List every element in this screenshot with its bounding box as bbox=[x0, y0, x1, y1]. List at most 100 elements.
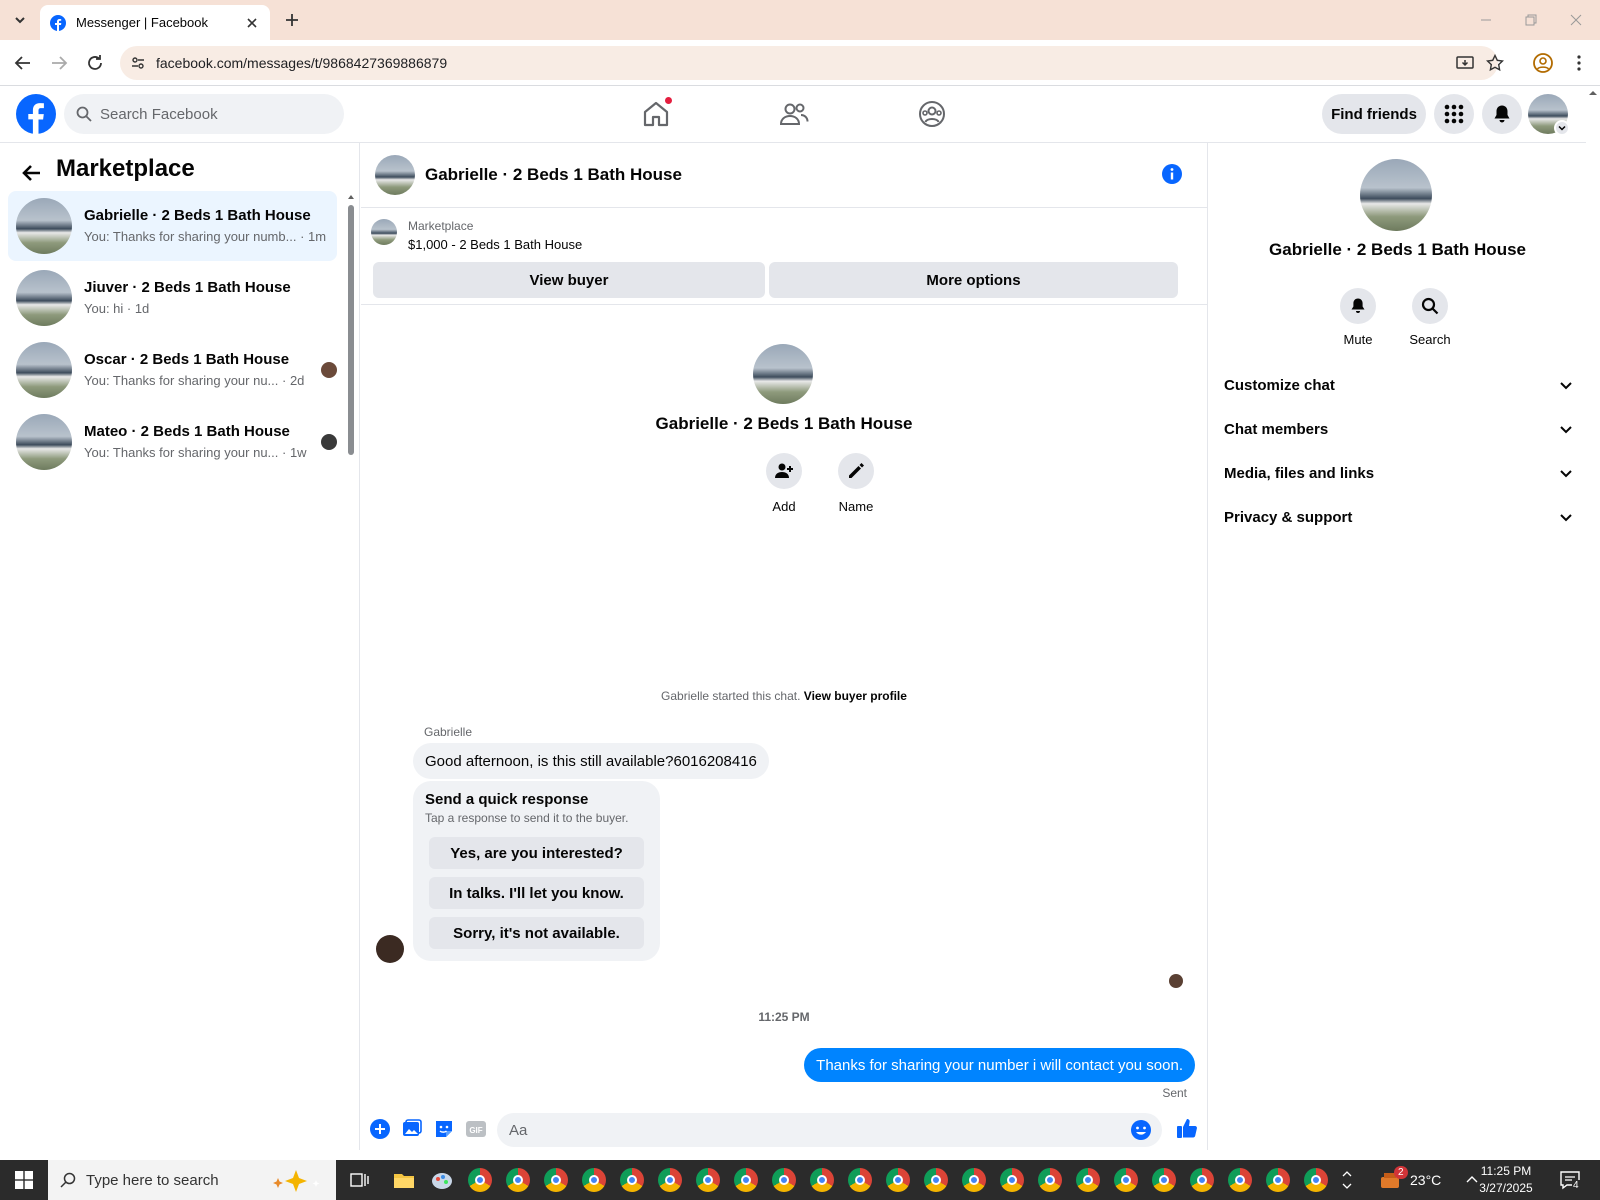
site-settings-icon[interactable] bbox=[130, 55, 146, 71]
chevron-down-icon bbox=[1560, 514, 1572, 522]
chrome-app-icon[interactable] bbox=[810, 1168, 834, 1192]
chrome-app-icon[interactable] bbox=[1152, 1168, 1176, 1192]
plus-actions-icon[interactable] bbox=[369, 1118, 391, 1140]
listing-title[interactable]: $1,000 - 2 Beds 1 Bath House bbox=[408, 237, 582, 252]
chrome-app-icon[interactable] bbox=[582, 1168, 606, 1192]
sender-avatar[interactable] bbox=[376, 935, 404, 963]
quick-reply-button[interactable]: In talks. I'll let you know. bbox=[429, 877, 644, 909]
conversation-avatar bbox=[16, 342, 72, 398]
customize-chat-section[interactable]: Customize chat bbox=[1224, 365, 1574, 405]
chrome-app-icon[interactable] bbox=[1076, 1168, 1100, 1192]
find-friends-button[interactable]: Find friends bbox=[1322, 94, 1426, 134]
chrome-app-icon[interactable] bbox=[1114, 1168, 1138, 1192]
more-options-button[interactable]: More options bbox=[769, 262, 1178, 298]
windows-start-icon[interactable] bbox=[0, 1160, 48, 1200]
bell-icon bbox=[1340, 288, 1376, 324]
notifications-bell-icon[interactable] bbox=[1482, 94, 1522, 134]
url-bar[interactable]: facebook.com/messages/t/9868427369886879 bbox=[120, 46, 1504, 80]
install-app-icon[interactable] bbox=[1456, 54, 1474, 72]
view-buyer-button[interactable]: View buyer bbox=[373, 262, 765, 298]
back-icon[interactable] bbox=[12, 52, 34, 74]
facebook-search-input[interactable]: Search Facebook bbox=[64, 94, 344, 134]
conversation-item[interactable]: Mateo · 2 Beds 1 Bath House You: Thanks … bbox=[8, 407, 337, 477]
new-tab-icon[interactable] bbox=[282, 10, 302, 30]
chat-avatar[interactable] bbox=[375, 155, 415, 195]
chrome-app-icon[interactable] bbox=[886, 1168, 910, 1192]
menu-grid-icon[interactable] bbox=[1434, 94, 1474, 134]
details-avatar[interactable] bbox=[1360, 159, 1432, 231]
taskbar-search-input[interactable]: Type here to search bbox=[48, 1160, 336, 1200]
listing-thumbnail[interactable] bbox=[371, 219, 397, 245]
info-icon[interactable] bbox=[1161, 163, 1183, 185]
close-window-icon[interactable] bbox=[1566, 10, 1586, 30]
minimize-icon[interactable] bbox=[1476, 10, 1496, 30]
chrome-app-icon[interactable] bbox=[1266, 1168, 1290, 1192]
profile-icon[interactable] bbox=[1532, 52, 1554, 74]
notification-center-icon[interactable]: 4 bbox=[1558, 1168, 1582, 1192]
gif-icon[interactable]: GIF bbox=[465, 1118, 487, 1140]
windows-taskbar: Type here to search 2 23°C 11:25 PM 3/27… bbox=[0, 1160, 1600, 1200]
forward-icon[interactable] bbox=[48, 52, 70, 74]
sidebar-scrollbar[interactable] bbox=[348, 193, 354, 463]
browser-tab[interactable]: Messenger | Facebook bbox=[40, 5, 270, 40]
close-tab-icon[interactable] bbox=[244, 15, 260, 31]
privacy-support-section[interactable]: Privacy & support bbox=[1224, 497, 1574, 537]
conversation-item[interactable]: Oscar · 2 Beds 1 Bath House You: Thanks … bbox=[8, 335, 337, 405]
chrome-app-icon[interactable] bbox=[848, 1168, 872, 1192]
conversation-item[interactable]: Gabrielle · 2 Beds 1 Bath House You: Tha… bbox=[8, 191, 337, 261]
chrome-app-icon[interactable] bbox=[924, 1168, 948, 1192]
weather-widget[interactable]: 2 23°C bbox=[1378, 1160, 1441, 1200]
back-arrow-icon[interactable] bbox=[20, 161, 44, 185]
facebook-logo-icon[interactable] bbox=[16, 94, 56, 134]
friends-icon[interactable] bbox=[778, 98, 810, 130]
sidebar-scroll-thumb[interactable] bbox=[348, 205, 354, 455]
browser-menu-icon[interactable] bbox=[1568, 52, 1590, 74]
weather-alert-badge: 2 bbox=[1394, 1166, 1408, 1179]
chrome-app-icon[interactable] bbox=[696, 1168, 720, 1192]
chat-members-section[interactable]: Chat members bbox=[1224, 409, 1574, 449]
chrome-app-icon[interactable] bbox=[772, 1168, 796, 1192]
page-scrollbar[interactable] bbox=[1586, 86, 1600, 1150]
chrome-app-icon[interactable] bbox=[658, 1168, 682, 1192]
sticker-icon[interactable] bbox=[433, 1118, 455, 1140]
account-chevron-icon[interactable] bbox=[1554, 120, 1570, 136]
thumbs-up-icon[interactable] bbox=[1175, 1116, 1197, 1138]
chrome-app-icon[interactable] bbox=[1304, 1168, 1328, 1192]
incoming-message[interactable]: Good afternoon, is this still available?… bbox=[413, 743, 769, 779]
conversation-item[interactable]: Jiuver · 2 Beds 1 Bath House You: hi · 1… bbox=[8, 263, 337, 333]
chrome-app-icon[interactable] bbox=[1038, 1168, 1062, 1192]
view-buyer-profile-link[interactable]: View buyer profile bbox=[804, 689, 907, 703]
file-explorer-icon[interactable] bbox=[392, 1168, 416, 1192]
bookmark-star-icon[interactable] bbox=[1486, 54, 1504, 72]
tab-search-menu-icon[interactable] bbox=[8, 8, 32, 32]
taskbar-clock[interactable]: 11:25 PM 3/27/2025 bbox=[1470, 1163, 1542, 1197]
chrome-app-icon[interactable] bbox=[1000, 1168, 1024, 1192]
mute-button[interactable]: Mute bbox=[1328, 288, 1388, 347]
media-files-links-section[interactable]: Media, files and links bbox=[1224, 453, 1574, 493]
search-in-chat-button[interactable]: Search bbox=[1400, 288, 1460, 347]
quick-reply-button[interactable]: Yes, are you interested? bbox=[429, 837, 644, 869]
chrome-app-icon[interactable] bbox=[620, 1168, 644, 1192]
restore-icon[interactable] bbox=[1521, 10, 1541, 30]
emoji-icon[interactable] bbox=[1130, 1119, 1152, 1141]
chrome-app-icon[interactable] bbox=[544, 1168, 568, 1192]
name-chat-button[interactable]: Name bbox=[836, 453, 876, 514]
message-input[interactable]: Aa bbox=[497, 1113, 1162, 1147]
add-people-button[interactable]: Add bbox=[764, 453, 804, 514]
quick-reply-button[interactable]: Sorry, it's not available. bbox=[429, 917, 644, 949]
paint-app-icon[interactable] bbox=[430, 1168, 454, 1192]
chrome-app-icon[interactable] bbox=[506, 1168, 530, 1192]
clock-date: 3/27/2025 bbox=[1479, 1181, 1533, 1195]
chrome-app-icon[interactable] bbox=[734, 1168, 758, 1192]
chrome-app-icon[interactable] bbox=[1190, 1168, 1214, 1192]
groups-icon[interactable] bbox=[916, 98, 948, 130]
chat-title[interactable]: Gabrielle · 2 Beds 1 Bath House bbox=[425, 165, 682, 185]
chrome-app-icon[interactable] bbox=[468, 1168, 492, 1192]
photo-icon[interactable] bbox=[401, 1118, 423, 1140]
chrome-app-icon[interactable] bbox=[1228, 1168, 1252, 1192]
task-view-icon[interactable] bbox=[348, 1168, 372, 1192]
reload-icon[interactable] bbox=[84, 52, 106, 74]
chrome-app-icon[interactable] bbox=[962, 1168, 986, 1192]
outgoing-message[interactable]: Thanks for sharing your number i will co… bbox=[804, 1048, 1195, 1082]
taskbar-overflow-icon[interactable] bbox=[1340, 1168, 1354, 1192]
